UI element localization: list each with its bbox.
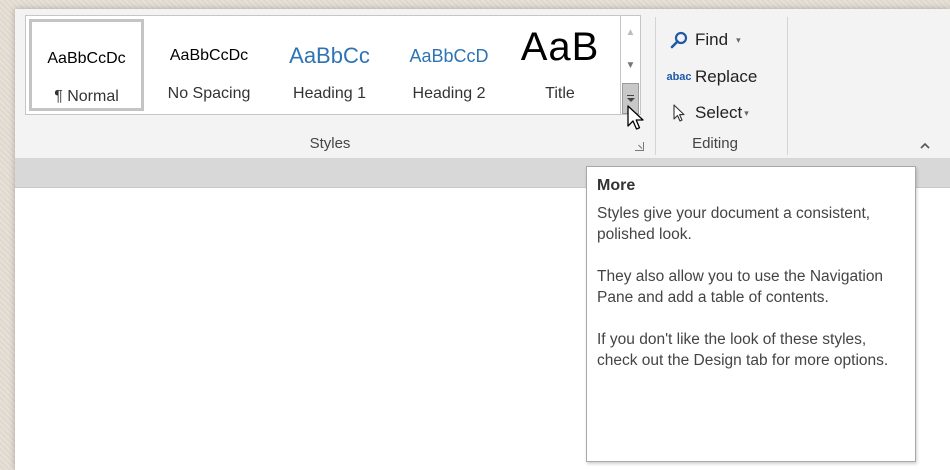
find-label: Find [695,30,729,49]
style-tile-heading-2[interactable]: AaBbCcD Heading 2 [390,19,508,111]
style-label-heading-1: Heading 1 [293,85,366,102]
chevron-up-icon[interactable] [919,140,931,152]
gallery-scroll-up-button[interactable]: ▲ [621,16,640,48]
styles-gallery: AaBbCcDc ¶ Normal AaBbCcDc No Spacing Aa… [25,15,621,115]
more-tooltip: More Styles give your document a consist… [586,166,916,462]
tooltip-paragraph: Styles give your document a consistent, … [597,205,871,243]
mouse-cursor-icon [627,105,644,130]
tooltip-title: More [597,177,636,194]
style-tile-heading-1[interactable]: AaBbCc Heading 1 [273,19,386,111]
find-dropdown-caret[interactable]: ▾ [736,35,741,46]
editing-group-label: Editing [692,135,738,152]
replace-button[interactable]: ab ac Replace [666,64,758,90]
select-dropdown-caret[interactable]: ▾ [744,108,749,119]
replace-ab-ac-icon: ab ac [666,70,692,83]
gallery-scroll-down-button[interactable]: ▼ [621,49,640,81]
gallery-scroll-column: ▲ ▼ [621,15,641,115]
group-divider [787,17,788,155]
pointer-arrow-icon [668,103,690,123]
style-tile-normal[interactable]: AaBbCcDc ¶ Normal [29,19,144,111]
gallery-more-icon [626,95,635,102]
group-divider [655,17,656,155]
styles-group-label: Styles [309,135,351,152]
style-sample-heading-1: AaBbCc [289,43,370,68]
dialog-launcher-icon[interactable] [635,142,644,151]
style-tile-title[interactable]: AaB Title [510,19,610,111]
style-sample-title: AaB [520,25,600,69]
find-button[interactable]: Find ▾ [668,27,741,53]
replace-label: Replace [695,67,758,86]
style-label-title: Title [545,85,575,102]
style-tile-no-spacing[interactable]: AaBbCcDc No Spacing [150,19,268,111]
tooltip-paragraph: They also allow you to use the Navigatio… [597,268,884,306]
tooltip-paragraph: If you don't like the look of these styl… [597,331,889,369]
style-sample-normal: AaBbCcDc [47,50,126,67]
style-sample-no-spacing: AaBbCcDc [169,47,249,64]
magnifier-icon [668,31,690,49]
style-label-no-spacing: No Spacing [167,85,251,102]
style-label-heading-2: Heading 2 [412,85,486,102]
ribbon: AaBbCcDc ¶ Normal AaBbCcDc No Spacing Aa… [15,9,950,159]
style-sample-heading-2: AaBbCcD [409,46,489,66]
style-label-normal: ¶ Normal [54,88,119,105]
select-label: Select [695,103,743,122]
select-button[interactable]: Select ▾ [668,100,749,126]
